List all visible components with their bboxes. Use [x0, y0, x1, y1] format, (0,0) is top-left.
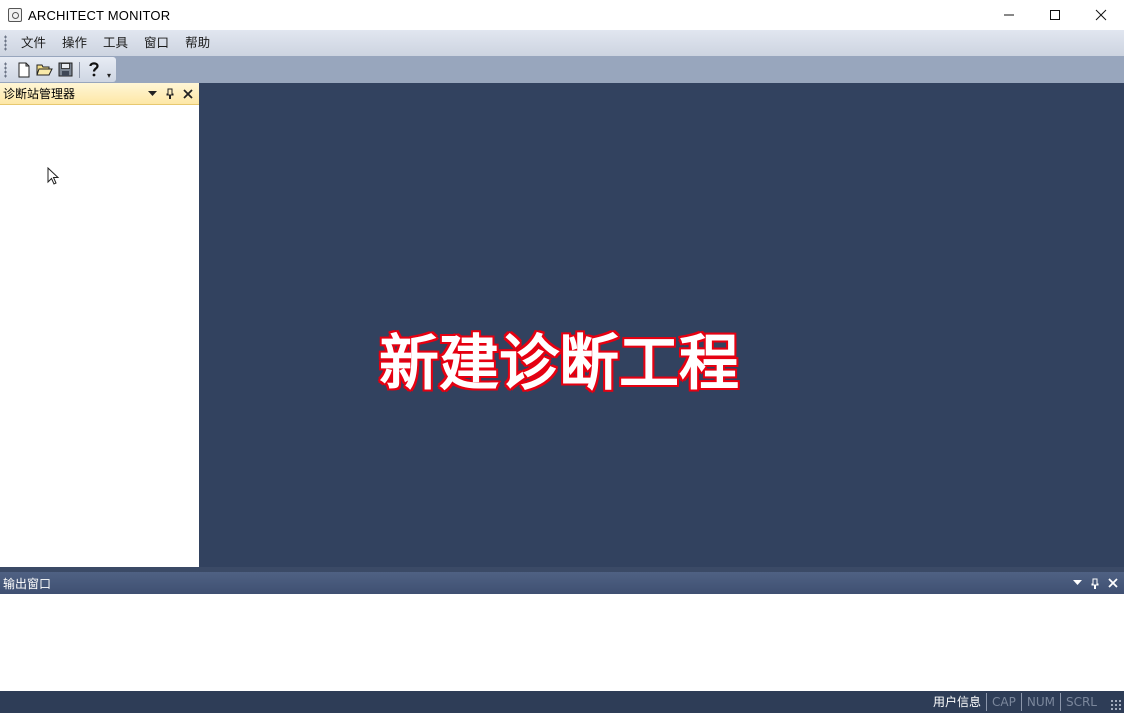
pin-icon — [1091, 578, 1099, 589]
output-content[interactable] — [0, 594, 1124, 691]
output-pin-button[interactable] — [1087, 575, 1103, 591]
help-button[interactable] — [83, 60, 104, 80]
output-dropdown-button[interactable] — [1069, 575, 1085, 591]
title-bar: ARCHITECT MONITOR — [0, 0, 1124, 30]
panel-close-button[interactable] — [180, 86, 196, 102]
status-bar: 用户信息 CAP NUM SCRL — [0, 691, 1124, 713]
output-close-button[interactable] — [1105, 575, 1121, 591]
resize-grip-icon[interactable] — [1110, 699, 1122, 711]
toolbar-separator — [79, 61, 80, 78]
output-panel: 输出窗口 — [0, 572, 1124, 691]
status-scrl: SCRL — [1059, 693, 1102, 711]
close-button[interactable] — [1078, 0, 1124, 30]
menu-help[interactable]: 帮助 — [177, 32, 218, 54]
open-folder-button[interactable] — [34, 60, 55, 80]
mouse-cursor-icon — [47, 167, 60, 185]
panel-pin-button[interactable] — [162, 86, 178, 102]
close-icon — [1108, 578, 1118, 588]
minimize-button[interactable] — [986, 0, 1032, 30]
status-user-info: 用户信息 — [933, 695, 982, 709]
window-controls — [986, 0, 1124, 30]
station-manager-controls — [144, 86, 199, 102]
help-icon — [88, 62, 99, 77]
menu-file[interactable]: 文件 — [13, 32, 54, 54]
standard-toolbar: ▾ — [0, 57, 116, 82]
window-title: ARCHITECT MONITOR — [28, 7, 171, 23]
menu-window[interactable]: 窗口 — [136, 32, 177, 54]
maximize-button[interactable] — [1032, 0, 1078, 30]
dropdown-arrow-icon — [147, 90, 157, 96]
new-file-button[interactable] — [13, 60, 34, 80]
station-manager-panel: 诊断站管理器 — [0, 83, 199, 567]
station-manager-tree[interactable] — [0, 105, 199, 567]
status-cap: CAP — [986, 693, 1021, 711]
output-panel-header[interactable]: 输出窗口 — [0, 572, 1124, 594]
menu-bar: 文件 操作 工具 窗口 帮助 — [0, 30, 1124, 56]
station-manager-title: 诊断站管理器 — [3, 87, 76, 101]
output-panel-controls — [1069, 575, 1124, 591]
toolbar-grip[interactable] — [4, 61, 7, 78]
save-icon — [58, 62, 73, 77]
close-icon — [183, 88, 193, 99]
save-button[interactable] — [55, 60, 76, 80]
maximize-icon — [1050, 10, 1060, 20]
mdi-workspace[interactable]: 新建诊断工程 — [199, 83, 1124, 570]
dropdown-arrow-icon — [1072, 580, 1082, 585]
station-manager-header[interactable]: 诊断站管理器 — [0, 83, 199, 105]
app-icon — [8, 8, 22, 22]
close-icon — [1095, 9, 1107, 21]
menu-tools[interactable]: 工具 — [95, 32, 136, 54]
pin-icon — [166, 88, 174, 99]
new-file-icon — [18, 62, 29, 77]
toolbar-area: ▾ — [0, 56, 1124, 83]
open-folder-icon — [36, 64, 53, 76]
panel-dropdown-button[interactable] — [144, 86, 160, 102]
menu-grip[interactable] — [4, 35, 7, 51]
chevron-down-icon: ▾ — [106, 70, 111, 80]
overlay-caption: 新建诊断工程 — [378, 328, 741, 401]
status-num: NUM — [1020, 693, 1060, 711]
toolbar-overflow-button[interactable]: ▾ — [104, 60, 114, 80]
menu-operation[interactable]: 操作 — [54, 32, 95, 54]
minimize-icon — [1004, 14, 1014, 16]
output-panel-title: 输出窗口 — [3, 576, 52, 591]
